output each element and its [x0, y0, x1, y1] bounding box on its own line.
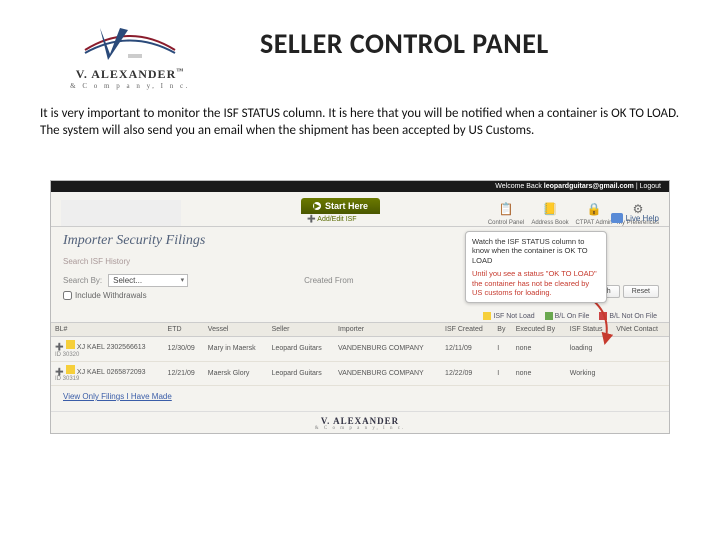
live-help-link[interactable]: Live Help [611, 213, 659, 223]
welcome-bar: Welcome Back leopardguitars@gmail.com | … [51, 181, 669, 192]
search-history-label: Search ISF History [63, 257, 130, 266]
swoosh-icon [80, 20, 180, 62]
play-icon: ▶ [313, 202, 321, 210]
nav-ctpat-admin[interactable]: 🔒CTPAT Admin [573, 199, 615, 226]
col-header[interactable]: Seller [268, 323, 334, 337]
page-title: SELLER CONTROL PANEL [260, 26, 549, 61]
col-header[interactable]: ISF Created [441, 323, 493, 337]
app-logo-placeholder [61, 200, 181, 226]
col-header[interactable]: Importer [334, 323, 441, 337]
status-legend: ISF Not Load B/L On File B/L Not On File [51, 308, 669, 322]
company-logo: V. ALEXANDER™ & C o m p a n y, I n c. [40, 20, 220, 90]
table-row[interactable]: ➕ XJ KAEL 2302566613ID 3032012/30/09Mary… [51, 337, 669, 362]
col-header[interactable]: Vessel [204, 323, 268, 337]
expand-icon[interactable]: ➕ [55, 367, 64, 376]
expand-icon[interactable]: ➕ [55, 343, 64, 352]
nav-icon: 🔒 [584, 199, 604, 219]
reset-button[interactable]: Reset [623, 285, 659, 298]
status-callout: Watch the ISF STATUS column to know when… [465, 231, 607, 303]
col-header[interactable]: By [493, 323, 511, 337]
nav-control-panel[interactable]: 📋Control Panel [485, 199, 527, 226]
nav-icon: 📋 [496, 199, 516, 219]
table-row[interactable]: ➕ XJ KAEL 0265872093ID 3031912/21/09Maer… [51, 361, 669, 386]
search-by-select[interactable]: Select... [108, 274, 188, 287]
status-swatch-icon [66, 340, 75, 349]
isf-table: BL#ETDVesselSellerImporterISF CreatedByE… [51, 322, 669, 386]
body-paragraph: It is very important to monitor the ISF … [40, 106, 680, 140]
nav-icon: 📒 [540, 199, 560, 219]
col-header[interactable]: ISF Status [566, 323, 612, 337]
chat-bubble-icon [611, 213, 623, 223]
include-withdrawals-checkbox[interactable] [63, 291, 72, 300]
add-edit-isf-link[interactable]: ➕ Add/Edit ISF [301, 214, 357, 226]
status-swatch-icon [66, 365, 75, 374]
col-header[interactable]: VNet Contact [612, 323, 669, 337]
col-header[interactable]: ETD [164, 323, 204, 337]
col-header[interactable]: Executed By [512, 323, 566, 337]
logo-brand: V. ALEXANDER [76, 67, 176, 81]
view-only-my-filings-link[interactable]: View Only Filings I Have Made [51, 386, 184, 411]
col-header[interactable]: BL# [51, 323, 164, 337]
logout-link[interactable]: Logout [640, 183, 661, 190]
screenshot-footer-logo: V. ALEXANDER & C o m p a n y, I n c. [51, 411, 669, 433]
screenshot-panel: Welcome Back leopardguitars@gmail.com | … [50, 180, 670, 434]
logo-subtitle: & C o m p a n y, I n c. [40, 82, 220, 90]
nav-address-book[interactable]: 📒Address Book [529, 199, 571, 226]
start-here-button[interactable]: ▶ Start Here [301, 198, 380, 214]
